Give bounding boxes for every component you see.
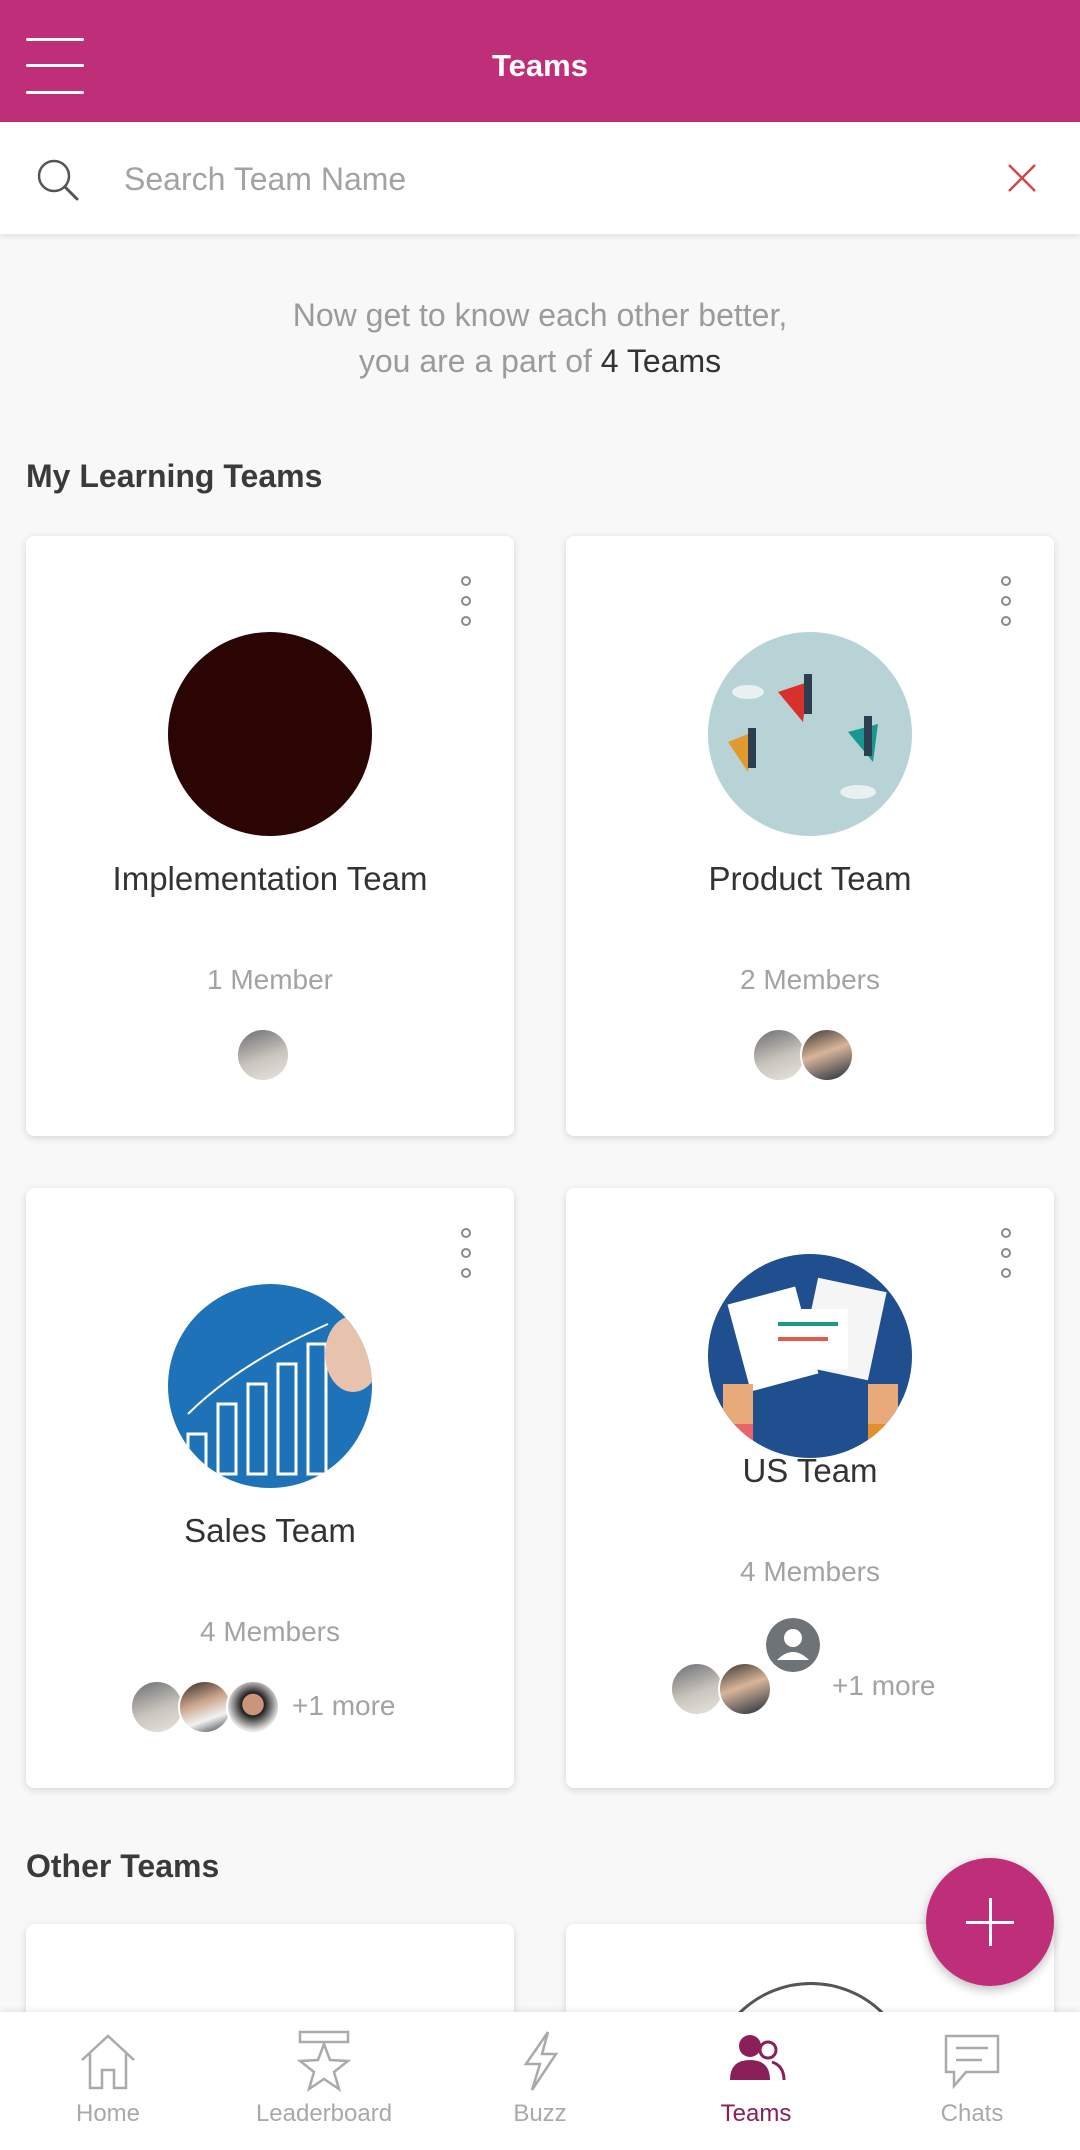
intro-message: Now get to know each other better, you a… <box>0 292 1080 384</box>
people-icon <box>730 2035 786 2081</box>
nav-label: Chats <box>940 2100 1004 2127</box>
member-avatars <box>26 1028 514 1084</box>
bottom-navigation: Home Leaderboard Buzz Teams Chats <box>0 2012 1080 2150</box>
team-card-implementation[interactable]: Implementation Team 1 Member <box>26 536 514 1136</box>
chat-icon <box>944 2034 1000 2090</box>
intro-line-2: you are a part of 4 Teams <box>0 338 1080 384</box>
nav-teams[interactable]: Teams <box>648 2012 864 2150</box>
team-image <box>708 1254 912 1458</box>
clear-search-icon[interactable] <box>1006 162 1038 194</box>
team-card-product[interactable]: Product Team 2 Members <box>566 536 1054 1136</box>
intro-prefix: you are a part of <box>358 343 601 379</box>
team-name: US Team <box>742 1452 878 1489</box>
nav-buzz[interactable]: Buzz <box>432 2012 648 2150</box>
nav-label: Teams <box>720 2100 792 2127</box>
star-icon <box>296 2030 352 2092</box>
more-members-text: +1 more <box>292 1690 396 1721</box>
avatar <box>752 1028 806 1082</box>
avatar <box>236 1028 290 1082</box>
section-title-my-learning-teams: My Learning Teams <box>26 458 323 494</box>
add-team-button[interactable] <box>926 1858 1054 1986</box>
search-bar <box>0 122 1080 234</box>
default-user-icon <box>766 1618 820 1672</box>
nav-label: Leaderboard <box>255 2100 393 2127</box>
avatar <box>226 1680 280 1734</box>
more-members-text: +1 more <box>832 1670 936 1701</box>
avatar <box>800 1028 854 1082</box>
nav-label: Home <box>75 2100 141 2127</box>
section-title-other-teams: Other Teams <box>26 1848 220 1884</box>
more-options-icon[interactable] <box>998 1228 1014 1278</box>
team-name: Product Team <box>708 860 912 897</box>
team-card-us[interactable]: US Team 4 Members +1 more <box>566 1188 1054 1788</box>
member-avatars: +1 more <box>566 1618 1054 1716</box>
member-avatars <box>566 1028 1054 1084</box>
app-header: Teams <box>0 0 1080 122</box>
team-count: 4 Teams <box>600 343 722 379</box>
more-options-icon[interactable] <box>458 576 474 626</box>
team-name: Sales Team <box>184 1512 356 1549</box>
home-icon <box>81 2034 135 2090</box>
member-count: 4 Members <box>739 1556 881 1587</box>
team-name: Implementation Team <box>112 860 428 897</box>
nav-chats[interactable]: Chats <box>864 2012 1080 2150</box>
nav-home[interactable]: Home <box>0 2012 216 2150</box>
search-icon <box>37 159 79 201</box>
nav-label: Buzz <box>513 2100 567 2127</box>
intro-line-1: Now get to know each other better, <box>292 297 788 333</box>
team-card-sales[interactable]: Sales Team 4 Members +1 more <box>26 1188 514 1788</box>
member-count: 2 Members <box>739 964 881 995</box>
page-title: Teams <box>492 48 588 83</box>
more-options-icon[interactable] <box>458 1228 474 1278</box>
member-avatars: +1 more <box>26 1680 514 1736</box>
nav-leaderboard[interactable]: Leaderboard <box>216 2012 432 2150</box>
member-count: 4 Members <box>199 1616 341 1647</box>
avatar <box>178 1680 232 1734</box>
team-image <box>708 632 912 836</box>
search-input[interactable] <box>122 150 886 208</box>
more-options-icon[interactable] <box>998 576 1014 626</box>
avatar <box>670 1662 724 1716</box>
avatar <box>718 1662 772 1716</box>
lightning-icon <box>523 2031 559 2091</box>
team-image <box>168 632 372 836</box>
team-image <box>168 1284 372 1488</box>
avatar <box>130 1680 184 1734</box>
member-count: 1 Member <box>206 964 334 995</box>
